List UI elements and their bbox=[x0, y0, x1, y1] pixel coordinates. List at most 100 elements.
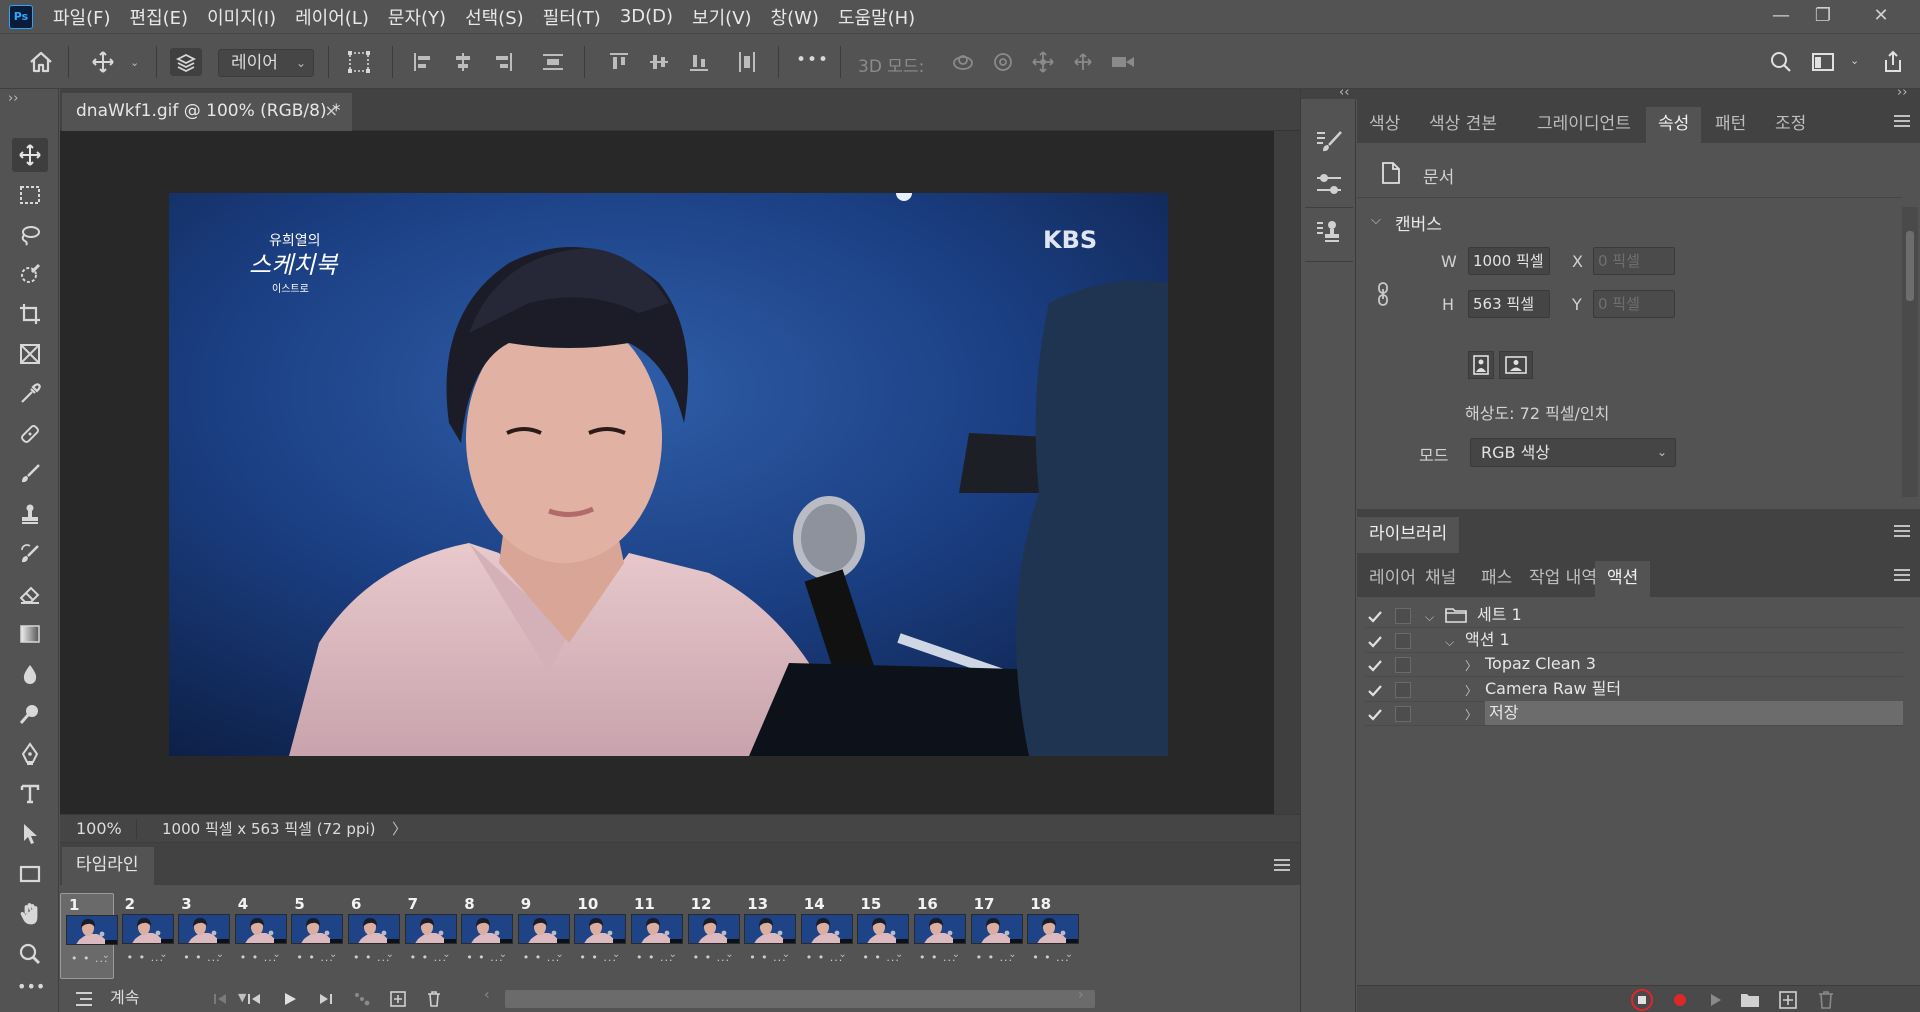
quick-selection-tool[interactable] bbox=[12, 257, 48, 291]
timeline-frame[interactable]: 10 • • ... ⌄ bbox=[569, 893, 627, 979]
landscape-orientation-button[interactable] bbox=[1499, 351, 1533, 379]
chevron-down-icon[interactable]: ⌄ bbox=[1065, 949, 1073, 960]
timeline-frame[interactable]: 14 • • ... ⌄ bbox=[796, 893, 853, 979]
width-field[interactable]: 1000 픽셀 bbox=[1468, 247, 1550, 275]
check-icon[interactable] bbox=[1367, 707, 1385, 725]
document-tab[interactable]: dnaWkf1.gif @ 100% (RGB/8) * × bbox=[62, 93, 352, 131]
align-right-icon[interactable] bbox=[490, 48, 516, 76]
distribute-horizontal-icon[interactable] bbox=[734, 48, 760, 76]
menu-window[interactable]: 창(W) bbox=[771, 4, 819, 30]
height-field[interactable]: 563 픽셀 bbox=[1468, 290, 1550, 318]
timeline-frame[interactable]: 15 • • ... ⌄ bbox=[852, 893, 910, 979]
zoom-tool[interactable] bbox=[12, 937, 48, 971]
dialog-toggle-box[interactable] bbox=[1395, 706, 1411, 722]
dialog-toggle-box[interactable] bbox=[1395, 681, 1411, 698]
timeline-frame[interactable]: 2 • • ... ⌄ bbox=[117, 893, 174, 979]
tab-patterns[interactable]: 패턴 bbox=[1703, 107, 1758, 143]
workspace-chevron-icon[interactable]: ⌄ bbox=[1850, 54, 1859, 67]
type-tool[interactable] bbox=[12, 777, 48, 811]
zoom-level-field[interactable]: 100% bbox=[60, 817, 128, 841]
chevron-down-icon[interactable]: ⌄ bbox=[782, 949, 790, 960]
check-icon[interactable] bbox=[1367, 683, 1385, 701]
healing-brush-tool[interactable] bbox=[12, 417, 48, 451]
check-icon[interactable] bbox=[1367, 609, 1385, 627]
menu-type[interactable]: 문자(Y) bbox=[388, 4, 446, 30]
menu-help[interactable]: 도움말(H) bbox=[838, 4, 915, 30]
align-top-icon[interactable] bbox=[606, 48, 632, 76]
action-row[interactable]: ⌵ 액션 1 bbox=[1365, 628, 1903, 653]
search-icon[interactable] bbox=[1768, 48, 1794, 76]
play-selection-button[interactable] bbox=[1703, 988, 1729, 1012]
align-middle-icon[interactable] bbox=[646, 48, 672, 76]
3d-pan-icon[interactable] bbox=[1030, 48, 1056, 76]
chevron-down-icon[interactable]: ⌄ bbox=[555, 949, 563, 960]
brush-tool[interactable] bbox=[12, 457, 48, 491]
menu-filter[interactable]: 필터(T) bbox=[543, 4, 601, 30]
chevron-down-icon[interactable]: ⌄ bbox=[612, 949, 620, 960]
chevron-down-icon[interactable]: ⌄ bbox=[159, 949, 167, 960]
convert-to-timeline-icon[interactable] bbox=[72, 988, 96, 1010]
previous-frame-icon[interactable] bbox=[242, 988, 266, 1010]
link-dimensions-icon[interactable] bbox=[1375, 281, 1391, 307]
marquee-tool[interactable] bbox=[12, 178, 48, 212]
frame-tool[interactable] bbox=[12, 337, 48, 371]
document-image[interactable]: 유희열의 스케치북 이스트로 KBS bbox=[169, 193, 1168, 756]
pen-tool[interactable] bbox=[12, 737, 48, 771]
actions-menu-icon[interactable] bbox=[1894, 569, 1910, 581]
move-preset-chevron-icon[interactable]: ⌄ bbox=[130, 56, 139, 69]
distribute-vertical-icon[interactable] bbox=[540, 48, 566, 76]
chevron-down-icon[interactable]: ⌄ bbox=[895, 949, 903, 960]
timeline-frame[interactable]: 9 • • ... ⌄ bbox=[513, 893, 570, 979]
timeline-frame[interactable]: 16 • • ... ⌄ bbox=[909, 893, 966, 979]
close-tab-button[interactable]: × bbox=[325, 93, 338, 129]
minimize-button[interactable]: — bbox=[1760, 0, 1802, 30]
menu-image[interactable]: 이미지(I) bbox=[207, 4, 276, 30]
tab-properties[interactable]: 속성 bbox=[1646, 107, 1702, 143]
tab-libraries[interactable]: 라이브러리 bbox=[1357, 517, 1460, 553]
tab-adjustments[interactable]: 조정 bbox=[1763, 107, 1818, 143]
tab-swatches[interactable]: 색상 견본 bbox=[1417, 107, 1509, 143]
chevron-down-icon[interactable]: ⌄ bbox=[386, 949, 394, 960]
loop-options-select[interactable]: 계속 ▼ bbox=[110, 986, 246, 1010]
path-selection-tool[interactable] bbox=[12, 817, 48, 851]
tab-paths[interactable]: 패스 bbox=[1469, 561, 1524, 597]
portrait-orientation-button[interactable] bbox=[1468, 351, 1494, 379]
canvas-collapse-chevron-icon[interactable]: ⌵ bbox=[1371, 213, 1381, 228]
more-options-button[interactable]: ••• bbox=[796, 50, 829, 70]
library-menu-icon[interactable] bbox=[1894, 525, 1910, 537]
collapse-tools-icon[interactable]: ›› bbox=[8, 91, 18, 106]
new-set-button[interactable] bbox=[1737, 988, 1763, 1012]
timeline-frame[interactable]: 4 • • ... ⌄ bbox=[230, 893, 287, 979]
timeline-frame[interactable]: 6 • • ... ⌄ bbox=[343, 893, 400, 979]
timeline-frame[interactable]: 5 • • ... ⌄ bbox=[286, 893, 344, 979]
chevron-down-icon[interactable]: ⌄ bbox=[442, 949, 450, 960]
3d-slide-icon[interactable] bbox=[1070, 48, 1096, 76]
color-mode-select[interactable]: RGB 색상 ⌄ bbox=[1470, 438, 1676, 467]
lasso-tool[interactable] bbox=[12, 218, 48, 252]
tab-gradients[interactable]: 그레이디언트 bbox=[1525, 107, 1643, 143]
chevron-down-icon[interactable]: ⌄ bbox=[838, 949, 846, 960]
next-frame-icon[interactable] bbox=[314, 988, 338, 1010]
align-bottom-icon[interactable] bbox=[686, 48, 712, 76]
record-button[interactable] bbox=[1667, 988, 1693, 1012]
home-icon[interactable] bbox=[28, 48, 54, 76]
menu-layer[interactable]: 레이어(L) bbox=[295, 4, 369, 30]
eyedropper-tool[interactable] bbox=[12, 377, 48, 411]
rectangle-tool[interactable] bbox=[12, 857, 48, 891]
canvas-scrollbar[interactable] bbox=[1274, 131, 1300, 814]
history-brush-tool[interactable] bbox=[12, 537, 48, 571]
hand-tool[interactable] bbox=[12, 897, 48, 931]
chevron-down-icon[interactable]: ⌄ bbox=[216, 949, 224, 960]
timeline-frame[interactable]: 13 • • ... ⌄ bbox=[739, 893, 797, 979]
tween-icon[interactable] bbox=[350, 988, 374, 1010]
chevron-down-icon[interactable]: ⌄ bbox=[272, 949, 280, 960]
scroll-left-icon[interactable]: ‹ bbox=[484, 987, 490, 1003]
dialog-toggle-box[interactable] bbox=[1395, 632, 1411, 649]
action-row[interactable]: 〉 Topaz Clean 3 bbox=[1365, 652, 1903, 677]
timeline-tab[interactable]: 타임라인 bbox=[62, 847, 154, 885]
chevron-down-icon[interactable]: ⌄ bbox=[725, 949, 733, 960]
chevron-down-icon[interactable]: ⌄ bbox=[669, 949, 677, 960]
timeline-frame[interactable]: 17 • • ... ⌄ bbox=[966, 893, 1023, 979]
collapse-dock-icon[interactable]: ‹‹ bbox=[1339, 85, 1349, 100]
status-menu-arrow-icon[interactable]: 〉 bbox=[392, 817, 407, 841]
